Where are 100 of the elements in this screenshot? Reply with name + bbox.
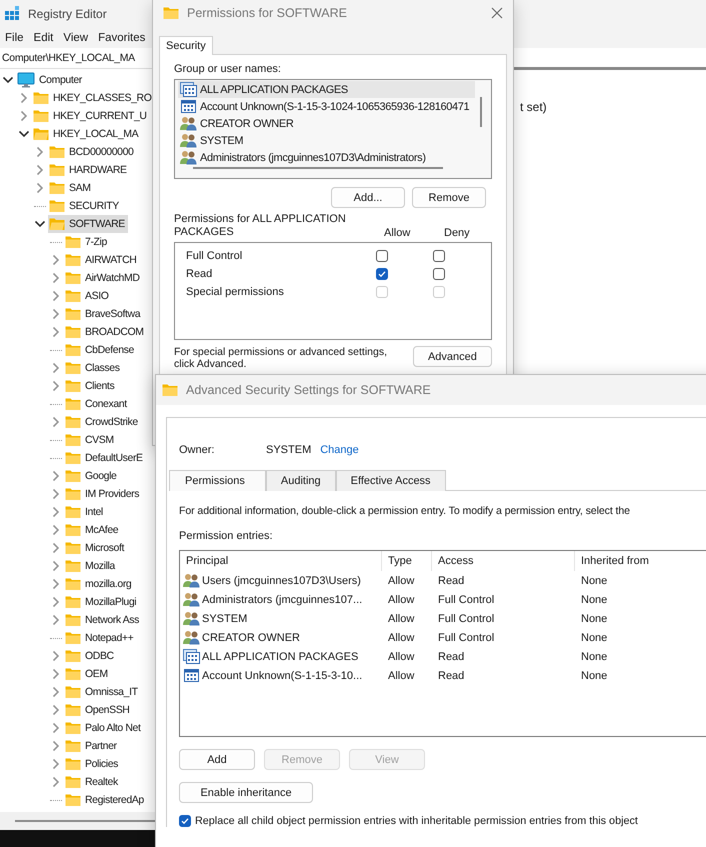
list-item[interactable]: ALL APPLICATION PACKAGES (178, 81, 475, 98)
column-header[interactable]: Principal (180, 551, 382, 571)
chevron-right-icon[interactable] (50, 506, 62, 518)
tree-node[interactable]: OpenSSH (64, 701, 132, 719)
close-icon[interactable] (491, 7, 503, 19)
tree-node[interactable]: Computer (16, 71, 85, 89)
checkbox[interactable] (376, 268, 388, 280)
chevron-right-icon[interactable] (50, 668, 62, 680)
scrollbar-thumb[interactable] (480, 97, 482, 127)
chevron-down-icon[interactable] (34, 218, 46, 230)
chevron-right-icon[interactable] (50, 542, 62, 554)
tab[interactable]: Security (159, 36, 213, 55)
list-item[interactable]: CREATOR OWNER (178, 115, 475, 132)
chevron-right-icon[interactable] (50, 272, 62, 284)
scrollbar-thumb[interactable] (193, 167, 443, 169)
tree-node[interactable]: Policies (64, 755, 121, 773)
tab[interactable]: Auditing (266, 470, 336, 491)
chevron-down-icon[interactable] (18, 128, 30, 140)
chevron-right-icon[interactable] (34, 146, 46, 158)
tree-node[interactable]: DefaultUserE (64, 449, 146, 467)
list-item[interactable]: SYSTEM (178, 132, 475, 149)
tree-node[interactable]: McAfee (64, 521, 122, 539)
chevron-right-icon[interactable] (34, 164, 46, 176)
tree-node[interactable]: CVSM (64, 431, 117, 449)
tree-node[interactable]: ODBC (64, 647, 117, 665)
advanced-button[interactable]: Advanced (412, 346, 492, 367)
tree-node[interactable]: Mozilla (64, 557, 118, 575)
chevron-right-icon[interactable] (50, 758, 62, 770)
chevron-right-icon[interactable] (18, 110, 30, 122)
menu-item[interactable]: Edit (28, 32, 58, 44)
tree-node[interactable]: Microsoft (64, 539, 127, 557)
tree-node[interactable]: Network Ass (64, 611, 142, 629)
tree-node[interactable]: Notepad++ (64, 629, 136, 647)
tree-node[interactable]: Classes (64, 359, 123, 377)
tree-node[interactable]: Google (64, 467, 120, 485)
tree-node[interactable]: CrowdStrike (64, 413, 141, 431)
tree-node[interactable]: IM Providers (64, 485, 142, 503)
chevron-right-icon[interactable] (50, 686, 62, 698)
chevron-right-icon[interactable] (50, 650, 62, 662)
chevron-right-icon[interactable] (50, 578, 62, 590)
list-item[interactable]: Administrators (jmcguinnes107D3\Administrators) (178, 149, 475, 166)
tree-node[interactable]: HKEY_CURRENT_U (32, 107, 150, 125)
tab[interactable]: Effective Access (336, 470, 446, 491)
column-header[interactable]: Type (382, 551, 432, 571)
chevron-right-icon[interactable] (50, 308, 62, 320)
column-header[interactable]: Access (432, 551, 575, 571)
chevron-right-icon[interactable] (50, 254, 62, 266)
chevron-down-icon[interactable] (2, 74, 14, 86)
list-item[interactable]: Account Unknown(S-1-15-3-1024-1065365936-128160471 (178, 98, 475, 115)
tree-node[interactable]: CbDefense (64, 341, 137, 359)
tree-node[interactable]: SOFTWARE (48, 215, 128, 233)
chevron-right-icon[interactable] (50, 524, 62, 536)
tree-node[interactable]: HKEY_LOCAL_MA (32, 125, 142, 143)
dialog-button[interactable]: Remove (412, 187, 486, 208)
tree-node[interactable]: SAM (48, 179, 94, 197)
column-header[interactable]: Inherited from (575, 551, 706, 571)
checkbox[interactable] (179, 815, 191, 827)
address-bar[interactable]: Computer\HKEY_LOCAL_MA (2, 52, 135, 64)
chevron-right-icon[interactable] (50, 290, 62, 302)
tree-node[interactable]: AirWatchMD (64, 269, 143, 287)
tree-node[interactable]: BROADCOM (64, 323, 147, 341)
checkbox[interactable] (376, 250, 388, 262)
menu-item[interactable]: File (0, 32, 29, 44)
tree-node[interactable]: AIRWATCH (64, 251, 140, 269)
checkbox[interactable] (433, 250, 446, 262)
tab[interactable]: Permissions (169, 470, 266, 491)
tree-node[interactable]: mozilla.org (64, 575, 134, 593)
chevron-right-icon[interactable] (50, 326, 62, 338)
tree-node[interactable]: HARDWARE (48, 161, 130, 179)
tree-node[interactable]: ASIO (64, 287, 112, 305)
enable-inheritance-button[interactable]: Enable inheritance (179, 782, 313, 803)
chevron-right-icon[interactable] (50, 596, 62, 608)
dialog-button[interactable]: Add... (331, 187, 405, 208)
tree-node[interactable]: BraveSoftwa (64, 305, 144, 323)
tree-node[interactable]: Intel (64, 503, 106, 521)
tree-node[interactable]: Clients (64, 377, 118, 395)
tree-node[interactable]: BCD00000000 (48, 143, 136, 161)
chevron-right-icon[interactable] (50, 776, 62, 788)
tree-node[interactable]: OEM (64, 665, 111, 683)
tree-node[interactable]: 7-Zip (64, 233, 110, 251)
chevron-right-icon[interactable] (50, 470, 62, 482)
chevron-right-icon[interactable] (18, 92, 30, 104)
tree-node[interactable]: Conexant (64, 395, 130, 413)
scrollbar-thumb[interactable] (15, 820, 155, 822)
menu-item[interactable]: Favorites (93, 32, 150, 44)
tree-node[interactable]: MozillaPlugi (64, 593, 140, 611)
chevron-right-icon[interactable] (50, 614, 62, 626)
tree-node[interactable]: Realtek (64, 773, 121, 791)
tree-node[interactable]: Partner (64, 737, 120, 755)
chevron-right-icon[interactable] (50, 740, 62, 752)
chevron-right-icon[interactable] (50, 560, 62, 572)
chevron-right-icon[interactable] (50, 362, 62, 374)
chevron-right-icon[interactable] (50, 380, 62, 392)
chevron-right-icon[interactable] (50, 722, 62, 734)
change-link[interactable]: Change (320, 444, 359, 456)
menu-item[interactable]: View (58, 32, 94, 44)
tree-node[interactable]: HKEY_CLASSES_RO (32, 89, 154, 107)
tree-node[interactable]: Palo Alto Net (64, 719, 144, 737)
chevron-right-icon[interactable] (50, 416, 62, 428)
tree-node[interactable]: Omnissa_IT (64, 683, 141, 701)
